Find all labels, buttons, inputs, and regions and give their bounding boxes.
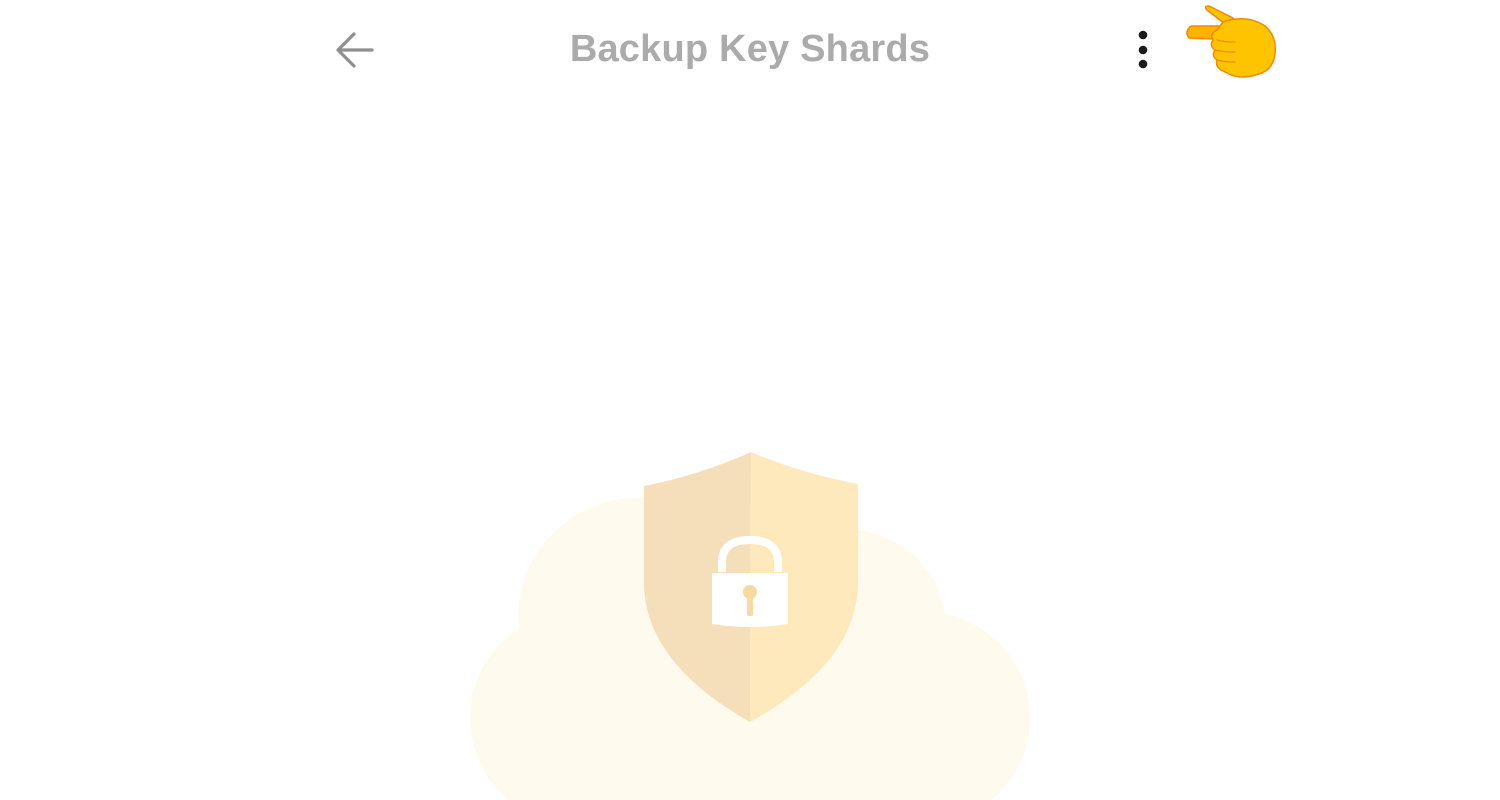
cloud-shield-lock-icon bbox=[470, 452, 1030, 800]
app-bar: Backup Key Shards bbox=[300, 0, 1200, 100]
backup-illustration bbox=[460, 440, 1040, 800]
page-title: Backup Key Shards bbox=[569, 28, 931, 70]
more-options-button[interactable] bbox=[1128, 26, 1158, 76]
pointing-hand-right-icon bbox=[1183, 4, 1279, 80]
backup-key-shards-screen: Backup Key Shards bbox=[0, 0, 1500, 800]
more-vertical-icon bbox=[1128, 30, 1158, 80]
